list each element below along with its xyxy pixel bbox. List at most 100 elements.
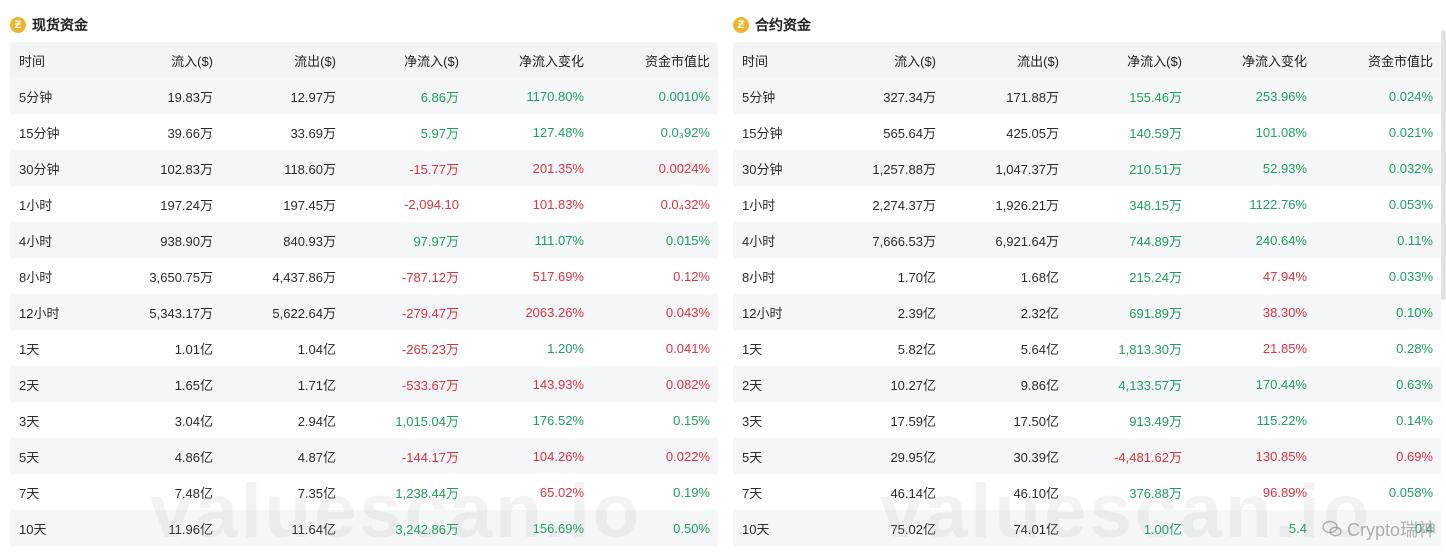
cell-inflow: 1.70亿 <box>897 269 936 285</box>
cell-net-inflow-change: 176.52% <box>532 412 584 428</box>
cell-funds-mcap-ratio: 0.021% <box>1388 124 1433 140</box>
cell-net-inflow: -4,481.62万 <box>1114 449 1182 465</box>
header-inflow: 流入($) <box>171 53 213 69</box>
cell-funds-mcap-ratio: 0.12% <box>673 268 710 284</box>
spot-funds-table: 时间 流入($) 流出($) 净流入($) 净流入变化 资金市值比 5分钟 19.83万 12.… <box>10 42 718 546</box>
cell-net-inflow: 3,242.86万 <box>395 521 459 537</box>
cell-inflow: 327.34万 <box>883 89 936 105</box>
cell-net-inflow-change: 96.89% <box>1262 484 1307 500</box>
cell-net-inflow-change: 111.07% <box>534 232 584 248</box>
futures-title: 合约资金 <box>755 17 811 33</box>
cell-outflow: 5,622.64万 <box>272 305 336 321</box>
table-row: 1天 1.01亿 1.04亿 -265.23万 1.20% 0.041% <box>10 330 718 366</box>
cell-inflow: 17.59亿 <box>890 413 936 429</box>
cell-net-inflow: -265.23万 <box>401 341 459 357</box>
header-net-inflow-change: 净流入变化 <box>518 53 584 69</box>
cell-inflow: 102.83万 <box>160 161 213 177</box>
cell-net-inflow: 5.97万 <box>420 125 459 141</box>
cell-net-inflow: 1,238.44万 <box>395 485 459 501</box>
cell-inflow: 1,257.88万 <box>872 161 936 177</box>
cell-net-inflow: -144.17万 <box>401 449 459 465</box>
cell-outflow: 5.64亿 <box>1020 341 1059 357</box>
cell-net-inflow: -2,094.10 <box>404 196 459 212</box>
cell-funds-mcap-ratio: 0.69% <box>1396 448 1433 464</box>
cell-inflow: 3,650.75万 <box>149 269 213 285</box>
cell-outflow: 1,047.37万 <box>995 161 1059 177</box>
cell-time: 3天 <box>742 413 763 429</box>
cell-time: 12小时 <box>19 305 60 321</box>
cell-outflow: 30.39亿 <box>1013 449 1059 465</box>
cell-funds-mcap-ratio: 0.082% <box>665 376 710 392</box>
cell-net-inflow-change: 127.48% <box>532 124 584 140</box>
cell-net-inflow-change: 115.22% <box>1256 412 1307 428</box>
cell-net-inflow: 348.15万 <box>1129 197 1182 213</box>
cell-time: 1小时 <box>742 197 776 213</box>
cell-time: 8小时 <box>742 269 776 285</box>
cell-time: 5天 <box>19 449 40 465</box>
cell-inflow: 7,666.53万 <box>872 233 936 249</box>
cell-outflow: 2.32亿 <box>1020 305 1059 321</box>
table-row: 2天 10.27亿 9.86亿 4,133.57万 170.44% 0.63% <box>733 366 1441 402</box>
table-row: 15分钟 565.64万 425.05万 140.59万 101.08% 0.021% <box>733 114 1441 150</box>
cell-net-inflow: -15.77万 <box>409 161 459 177</box>
cell-net-inflow-change: 1122.76% <box>1249 196 1307 212</box>
cell-outflow: 197.45万 <box>283 197 336 213</box>
table-row: 1天 5.82亿 5.64亿 1,813.30万 21.85% 0.28% <box>733 330 1441 366</box>
cell-net-inflow: 1.00亿 <box>1143 521 1182 537</box>
cell-time: 8小时 <box>19 269 53 285</box>
cell-net-inflow-change: 21.85% <box>1262 340 1307 356</box>
cell-time: 4小时 <box>742 233 776 249</box>
scrollbar[interactable] <box>1441 30 1446 300</box>
cell-funds-mcap-ratio: 0.058% <box>1388 484 1433 500</box>
cell-funds-mcap-ratio: 0.0010% <box>658 88 710 104</box>
cell-outflow: 74.01亿 <box>1013 521 1059 537</box>
cell-funds-mcap-ratio: 0.043% <box>665 304 710 320</box>
table-row: 7天 46.14亿 46.10亿 376.88万 96.89% 0.058% <box>733 474 1441 510</box>
cell-net-inflow-change: 47.94% <box>1262 268 1307 284</box>
cell-funds-mcap-ratio: 0.11% <box>1397 232 1433 248</box>
cell-net-inflow-change: 143.93% <box>532 376 584 392</box>
cell-funds-mcap-ratio: 0.28% <box>1396 340 1433 356</box>
cell-net-inflow-change: 104.26% <box>532 448 584 464</box>
cell-time: 5分钟 <box>742 89 776 105</box>
cell-net-inflow-change: 52.93% <box>1262 160 1307 176</box>
cell-inflow: 1.65亿 <box>174 377 213 393</box>
coin-icon: Ƶ <box>10 17 26 33</box>
cell-time: 15分钟 <box>742 125 783 141</box>
futures-funds-panel: Ƶ 合约资金 时间 流入($) 流出($) 净流入($) 净流入变化 资金市值比 5分钟 32… <box>733 8 1441 546</box>
cell-funds-mcap-ratio: 0.50% <box>673 520 710 536</box>
cell-net-inflow-change: 65.02% <box>539 484 584 500</box>
cell-net-inflow-change: 101.83% <box>532 196 584 212</box>
cell-inflow: 11.96亿 <box>168 521 213 537</box>
cell-outflow: 118.60万 <box>284 161 336 177</box>
wechat-icon <box>1322 520 1342 537</box>
cell-inflow: 2,274.37万 <box>872 197 936 213</box>
table-row: 2天 1.65亿 1.71亿 -533.67万 143.93% 0.082% <box>10 366 718 402</box>
table-row: 5天 4.86亿 4.87亿 -144.17万 104.26% 0.022% <box>10 438 718 474</box>
cell-time: 2天 <box>19 377 40 393</box>
header-net-inflow: 净流入($) <box>1127 53 1182 69</box>
cell-net-inflow: 140.59万 <box>1129 125 1182 141</box>
cell-outflow: 171.88万 <box>1006 89 1059 105</box>
cell-net-inflow: -533.67万 <box>401 377 459 393</box>
cell-net-inflow-change: 201.35% <box>532 160 584 176</box>
cell-net-inflow-change: 517.69% <box>532 268 584 284</box>
cell-net-inflow: 376.88万 <box>1129 485 1182 501</box>
author-credit: Crypto瑞神 <box>1322 516 1436 542</box>
cell-net-inflow: 691.89万 <box>1129 305 1182 321</box>
cell-inflow: 2.39亿 <box>897 305 936 321</box>
cell-time: 2天 <box>742 377 763 393</box>
cell-net-inflow-change: 101.08% <box>1255 124 1307 140</box>
table-row: 4小时 938.90万 840.93万 97.97万 111.07% 0.015% <box>10 222 718 258</box>
cell-net-inflow: 210.51万 <box>1129 161 1182 177</box>
cell-time: 1小时 <box>19 197 53 213</box>
cell-outflow: 4,437.86万 <box>272 269 336 285</box>
cell-net-inflow-change: 1.20% <box>547 340 584 356</box>
cell-time: 1天 <box>742 341 763 357</box>
table-row: 5分钟 19.83万 12.97万 6.86万 1170.80% 0.0010% <box>10 78 718 114</box>
cell-outflow: 1.71亿 <box>297 377 336 393</box>
table-row: 1小时 2,274.37万 1,926.21万 348.15万 1122.76% 0.05… <box>733 186 1441 222</box>
cell-inflow: 10.27亿 <box>890 377 936 393</box>
cell-inflow: 565.64万 <box>883 125 936 141</box>
cell-net-inflow-change: 170.44% <box>1255 376 1307 392</box>
